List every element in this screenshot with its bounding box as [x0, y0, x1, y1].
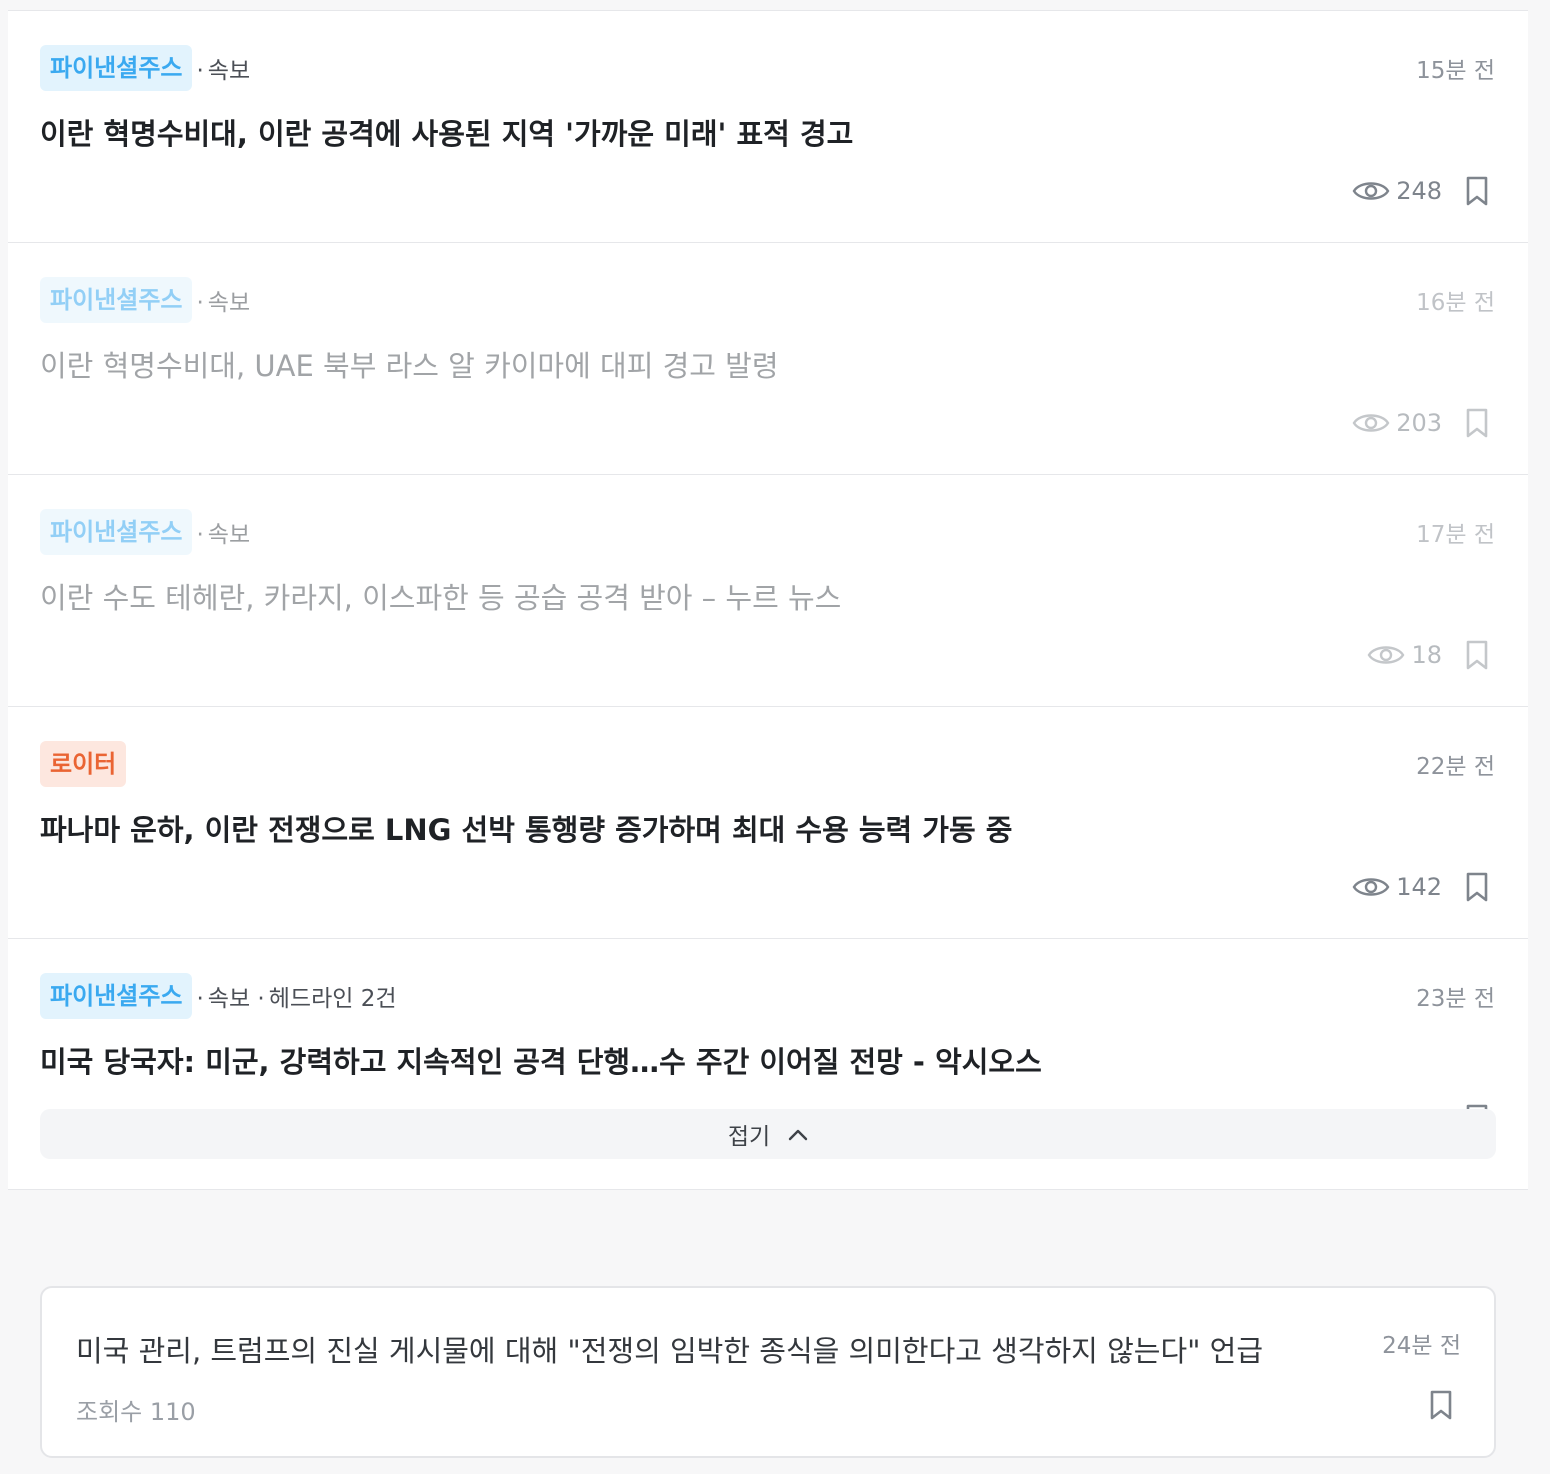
bookmark-icon[interactable]	[1464, 408, 1490, 438]
news-item[interactable]: 로이터 22분 전 파나마 운하, 이란 전쟁으로 LNG 선박 통행량 증가하…	[8, 707, 1528, 939]
collapse-label: 접기	[727, 1124, 771, 1150]
source-badge[interactable]: 파이낸셜주스	[40, 509, 193, 555]
news-tag: · 속보	[196, 522, 251, 548]
source-badge[interactable]: 파이낸셜주스	[40, 973, 193, 1019]
eye-icon	[1352, 878, 1390, 896]
bookmark-icon[interactable]	[1464, 176, 1490, 206]
collapse-button[interactable]: 접기	[40, 1109, 1496, 1159]
source-badge[interactable]: 파이낸셜주스	[40, 277, 193, 323]
news-tag: · 속보 · 헤드라인 2건	[196, 986, 397, 1012]
news-headline[interactable]: 이란 혁명수비대, UAE 북부 라스 알 카이마에 대피 경고 발령	[40, 343, 779, 385]
view-count: 248	[1396, 177, 1442, 205]
eye-icon	[1368, 646, 1405, 664]
source-badge[interactable]: 로이터	[40, 741, 127, 787]
card-headline[interactable]: 미국 관리, 트럼프의 진실 게시물에 대해 "전쟁의 임박한 종식을 의미한다…	[76, 1328, 1263, 1370]
chevron-up-icon	[788, 1129, 808, 1141]
news-meta: 파이낸셜주스 · 속보	[40, 509, 250, 555]
news-time: 16분 전	[1416, 290, 1495, 316]
news-stats: 203	[1352, 406, 1490, 440]
source-badge[interactable]: 파이낸셜주스	[40, 45, 193, 91]
news-item[interactable]: 파이낸셜주스 · 속보 15분 전 이란 혁명수비대, 이란 공격에 사용된 지역…	[8, 11, 1528, 243]
news-meta: 로이터	[40, 741, 127, 787]
news-time: 17분 전	[1416, 522, 1495, 548]
news-feed-page: 파이낸셜주스 · 속보 15분 전 이란 혁명수비대, 이란 공격에 사용된 지역…	[0, 0, 1550, 1474]
bookmark-icon[interactable]	[1464, 872, 1490, 902]
news-card[interactable]: 미국 관리, 트럼프의 진실 게시물에 대해 "전쟁의 임박한 종식을 의미한다…	[40, 1286, 1496, 1458]
news-time: 23분 전	[1416, 986, 1495, 1012]
news-tag: · 속보	[196, 290, 251, 316]
news-meta: 파이낸셜주스 · 속보 · 헤드라인 2건	[40, 973, 397, 1019]
news-tag: · 속보	[196, 58, 251, 84]
news-stats: 142	[1352, 870, 1490, 904]
bookmark-icon[interactable]	[1428, 1390, 1454, 1420]
news-time: 15분 전	[1416, 58, 1495, 84]
headline-count: 헤드라인 2건	[268, 986, 397, 1012]
news-stats: 18	[1367, 638, 1490, 672]
view-count: 203	[1396, 409, 1442, 437]
news-item[interactable]: 파이낸셜주스 · 속보 17분 전 이란 수도 테헤란, 카라지, 이스파한 등 …	[8, 475, 1528, 707]
bookmark-icon[interactable]	[1464, 640, 1490, 670]
news-headline[interactable]: 이란 혁명수비대, 이란 공격에 사용된 지역 '가까운 미래' 표적 경고	[40, 111, 853, 153]
news-stats: 248	[1352, 174, 1490, 208]
tag-label: 속보	[207, 986, 251, 1012]
collapse-area: 접기	[8, 1109, 1528, 1189]
eye-icon	[1352, 414, 1390, 432]
card-time: 24분 전	[1382, 1333, 1461, 1359]
news-time: 22분 전	[1416, 754, 1495, 780]
news-headline[interactable]: 미국 당국자: 미군, 강력하고 지속적인 공격 단행…수 주간 이어질 전망 …	[40, 1039, 1042, 1081]
view-count: 142	[1396, 873, 1442, 901]
card-view-count: 조회수 110	[76, 1398, 196, 1426]
tag-label: 속보	[207, 290, 251, 316]
news-feed: 파이낸셜주스 · 속보 15분 전 이란 혁명수비대, 이란 공격에 사용된 지역…	[8, 10, 1528, 1190]
news-meta: 파이낸셜주스 · 속보	[40, 277, 250, 323]
tag-label: 속보	[207, 58, 251, 84]
news-meta: 파이낸셜주스 · 속보	[40, 45, 250, 91]
news-headline[interactable]: 이란 수도 테헤란, 카라지, 이스파한 등 공습 공격 받아 – 누르 뉴스	[40, 575, 841, 617]
view-count: 18	[1411, 641, 1442, 669]
eye-icon	[1352, 182, 1390, 200]
news-headline[interactable]: 파나마 운하, 이란 전쟁으로 LNG 선박 통행량 증가하며 최대 수용 능력…	[40, 807, 1012, 849]
news-item[interactable]: 파이낸셜주스 · 속보 · 헤드라인 2건 23분 전 미국 당국자: 미군, 강력…	[8, 939, 1528, 1134]
news-item[interactable]: 파이낸셜주스 · 속보 16분 전 이란 혁명수비대, UAE 북부 라스 알 카…	[8, 243, 1528, 475]
tag-label: 속보	[207, 522, 251, 548]
